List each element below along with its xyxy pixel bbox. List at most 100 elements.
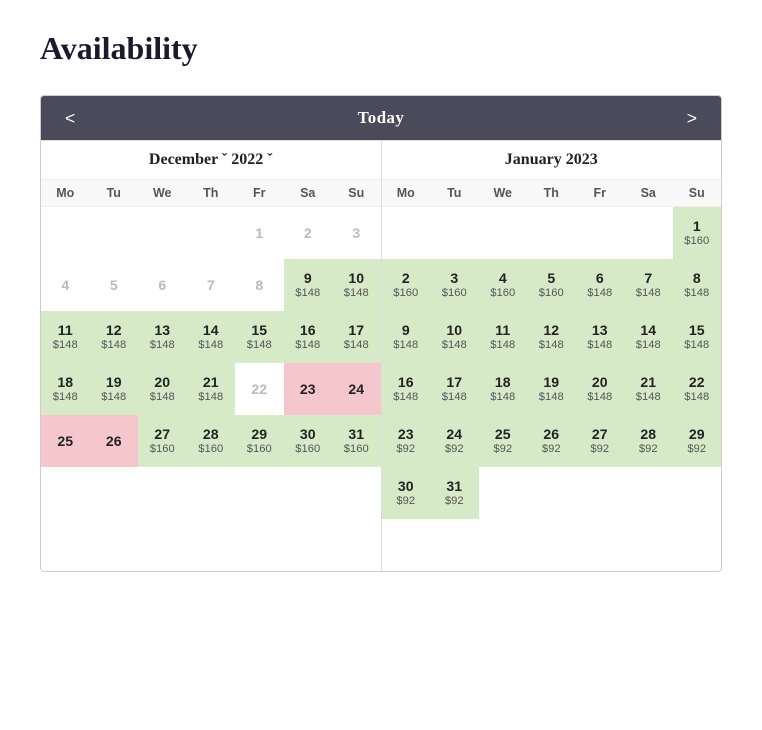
day-price: $92 <box>687 443 706 456</box>
day-cell[interactable]: 30$92 <box>382 467 431 519</box>
day-cell[interactable]: 28$92 <box>624 415 673 467</box>
day-cell[interactable]: 9$148 <box>284 259 333 311</box>
day-price: $148 <box>684 339 709 352</box>
day-cell[interactable]: 8 <box>235 259 284 311</box>
day-cell[interactable]: 6 <box>138 259 187 311</box>
today-label: Today <box>358 108 405 128</box>
next-button[interactable]: > <box>677 104 707 133</box>
day-price: $148 <box>295 339 320 352</box>
day-cell[interactable]: 3 <box>332 207 381 259</box>
day-cell[interactable]: 2$160 <box>382 259 431 311</box>
day-cell[interactable]: 24$92 <box>430 415 479 467</box>
day-cell <box>673 467 722 519</box>
day-price: $148 <box>393 391 418 404</box>
day-cell[interactable]: 13$148 <box>576 311 625 363</box>
day-price: $148 <box>490 339 515 352</box>
day-number: 8 <box>693 269 701 287</box>
day-number: 16 <box>398 373 414 391</box>
day-cell[interactable]: 5$160 <box>527 259 576 311</box>
day-cell[interactable]: 28$160 <box>187 415 236 467</box>
day-cell[interactable]: 12$148 <box>527 311 576 363</box>
day-cell[interactable]: 15$148 <box>673 311 722 363</box>
day-cell[interactable]: 27$160 <box>138 415 187 467</box>
day-cell <box>187 467 236 519</box>
day-cell[interactable]: 4 <box>41 259 90 311</box>
day-cell[interactable]: 19$148 <box>527 363 576 415</box>
day-number: 7 <box>207 276 215 294</box>
day-number: 20 <box>592 373 608 391</box>
day-cell[interactable]: 9$148 <box>382 311 431 363</box>
december-year-label[interactable]: 2022 <box>231 151 263 168</box>
day-cell <box>624 207 673 259</box>
day-cell[interactable]: 30$160 <box>284 415 333 467</box>
day-cell[interactable]: 14$148 <box>187 311 236 363</box>
day-price: $148 <box>344 339 369 352</box>
day-number: 15 <box>251 321 267 339</box>
day-cell[interactable]: 29$92 <box>673 415 722 467</box>
day-cell[interactable]: 19$148 <box>90 363 139 415</box>
day-cell[interactable]: 6$148 <box>576 259 625 311</box>
day-cell[interactable]: 12$148 <box>90 311 139 363</box>
day-cell[interactable]: 1 <box>235 207 284 259</box>
day-number: 30 <box>398 477 414 495</box>
day-cell[interactable]: 7 <box>187 259 236 311</box>
day-price: $148 <box>587 339 612 352</box>
day-number: 21 <box>203 373 219 391</box>
day-cell[interactable]: 17$148 <box>332 311 381 363</box>
day-cell[interactable]: 31$160 <box>332 415 381 467</box>
day-cell[interactable]: 8$148 <box>673 259 722 311</box>
day-cell[interactable]: 17$148 <box>430 363 479 415</box>
day-cell <box>187 207 236 259</box>
day-cell[interactable]: 22$148 <box>673 363 722 415</box>
day-header-we: We <box>479 180 528 206</box>
day-cell[interactable]: 2 <box>284 207 333 259</box>
day-cell[interactable]: 16$148 <box>382 363 431 415</box>
prev-button[interactable]: < <box>55 104 85 133</box>
day-cell[interactable]: 11$148 <box>41 311 90 363</box>
day-cell[interactable]: 1$160 <box>673 207 722 259</box>
day-cell[interactable]: 20$148 <box>138 363 187 415</box>
day-cell[interactable]: 20$148 <box>576 363 625 415</box>
day-cell[interactable]: 18$148 <box>479 363 528 415</box>
day-cell[interactable]: 21$148 <box>187 363 236 415</box>
day-cell[interactable]: 4$160 <box>479 259 528 311</box>
day-cell[interactable]: 26$92 <box>527 415 576 467</box>
day-cell[interactable]: 24 <box>332 363 381 415</box>
day-cell[interactable]: 29$160 <box>235 415 284 467</box>
day-cell[interactable]: 31$92 <box>430 467 479 519</box>
day-number: 3 <box>450 269 458 287</box>
day-cell[interactable]: 3$160 <box>430 259 479 311</box>
january-panel: January 2023 MoTuWeThFrSaSu 1$1602$1603$… <box>382 141 722 571</box>
day-cell[interactable]: 21$148 <box>624 363 673 415</box>
day-cell[interactable]: 10$148 <box>332 259 381 311</box>
day-cell[interactable]: 22 <box>235 363 284 415</box>
day-cell[interactable]: 26 <box>90 415 139 467</box>
day-cell[interactable]: 11$148 <box>479 311 528 363</box>
day-price: $148 <box>393 339 418 352</box>
day-cell[interactable]: 13$148 <box>138 311 187 363</box>
day-number: 6 <box>596 269 604 287</box>
day-cell[interactable]: 25$92 <box>479 415 528 467</box>
day-cell[interactable]: 23$92 <box>382 415 431 467</box>
day-price: $160 <box>150 443 175 456</box>
day-cell[interactable]: 16$148 <box>284 311 333 363</box>
day-number: 4 <box>499 269 507 287</box>
day-price: $148 <box>344 287 369 300</box>
day-price: $160 <box>344 443 369 456</box>
day-price: $160 <box>442 287 467 300</box>
day-cell[interactable]: 25 <box>41 415 90 467</box>
day-cell[interactable]: 15$148 <box>235 311 284 363</box>
day-number: 16 <box>300 321 316 339</box>
day-number: 10 <box>446 321 462 339</box>
day-header-su: Su <box>332 180 381 206</box>
day-cell[interactable]: 5 <box>90 259 139 311</box>
day-price: $148 <box>101 391 126 404</box>
day-cell[interactable]: 27$92 <box>576 415 625 467</box>
day-cell[interactable]: 10$148 <box>430 311 479 363</box>
day-cell[interactable]: 14$148 <box>624 311 673 363</box>
day-number: 14 <box>640 321 656 339</box>
december-month-label[interactable]: December <box>149 151 218 168</box>
day-cell[interactable]: 7$148 <box>624 259 673 311</box>
day-cell[interactable]: 23 <box>284 363 333 415</box>
day-cell[interactable]: 18$148 <box>41 363 90 415</box>
